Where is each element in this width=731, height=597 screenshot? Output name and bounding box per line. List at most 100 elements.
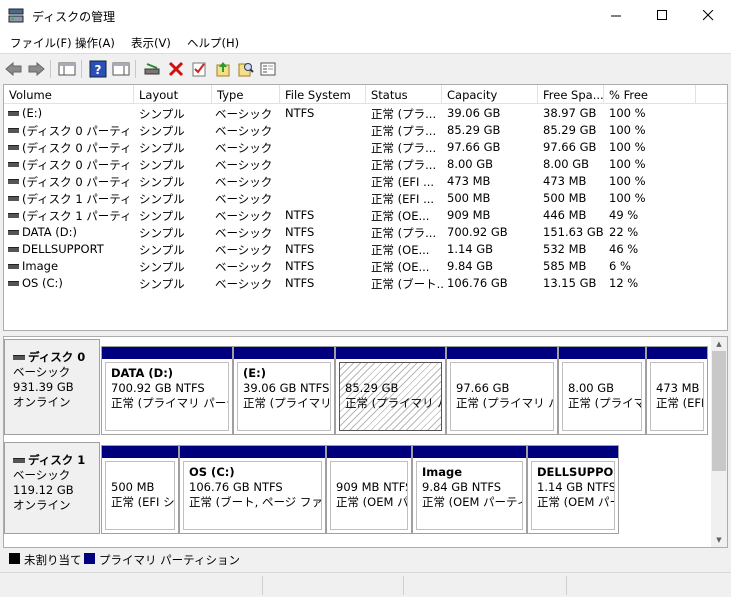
table-row[interactable]: DELLSUPPORT シンプル ベーシック NTFS 正常 (OE... 1.14 GB… bbox=[4, 241, 727, 258]
cell-type: ベーシック bbox=[215, 107, 273, 121]
partition-disk1-3[interactable]: 909 MB NTFS 正常 (OEM パーティション) bbox=[326, 445, 412, 534]
cell-layout: シンプル bbox=[139, 260, 185, 274]
menu-file[interactable]: ファイル(F) bbox=[10, 35, 72, 51]
cell-free: 585 MB bbox=[543, 259, 587, 273]
scroll-up-icon[interactable]: ▲ bbox=[711, 337, 727, 351]
search-button[interactable] bbox=[237, 60, 255, 78]
cell-capacity: 8.00 GB bbox=[447, 157, 494, 171]
partition-disk0-6[interactable]: 8.00 GB 正常 (プライマリ パーティション) bbox=[558, 346, 646, 435]
disk-0-label[interactable]: ディスク 0 ベーシック 931.39 GB オンライン bbox=[4, 339, 100, 435]
column-header-type[interactable]: Type bbox=[212, 85, 280, 104]
cell-volume: OS (C:) bbox=[22, 276, 63, 290]
partition-e[interactable]: (E:) 39.06 GB NTFS 正常 (プライマリ パーティション) bbox=[233, 346, 335, 435]
close-icon bbox=[702, 10, 713, 21]
close-button[interactable] bbox=[685, 0, 731, 31]
cell-status: 正常 (プラ... bbox=[371, 124, 437, 138]
disk-icon bbox=[13, 355, 25, 360]
help-button[interactable]: ? bbox=[89, 60, 107, 78]
cell-pct: 12 % bbox=[609, 276, 639, 290]
partition-size: 909 MB NTFS bbox=[336, 480, 408, 494]
console-tree-button[interactable] bbox=[58, 60, 76, 78]
partition-dellsupport[interactable]: DELLSUPPORT 1.14 GB NTFS 正常 (OEM パーティション… bbox=[527, 445, 619, 534]
cell-pct: 100 % bbox=[609, 157, 646, 171]
maximize-icon bbox=[656, 10, 667, 20]
volume-icon bbox=[8, 213, 19, 218]
disk-0-state: オンライン bbox=[13, 395, 71, 409]
minimize-button[interactable] bbox=[593, 0, 639, 31]
column-header-status[interactable]: Status bbox=[366, 85, 442, 104]
table-row[interactable]: (ディスク 0 パーティション 4) シンプル ベーシック 正常 (プラ... 85.2… bbox=[4, 122, 727, 139]
properties-button[interactable] bbox=[259, 60, 277, 78]
delete-button[interactable] bbox=[167, 60, 185, 78]
column-header-volume[interactable]: Volume bbox=[4, 85, 134, 104]
column-header-layout[interactable]: Layout bbox=[134, 85, 212, 104]
cell-type: ベーシック bbox=[215, 158, 273, 172]
table-row[interactable]: Image シンプル ベーシック NTFS 正常 (OE... 9.84 GB 585 MB… bbox=[4, 258, 727, 275]
legend-unallocated-swatch bbox=[9, 553, 20, 564]
partition-os-c[interactable]: OS (C:) 106.76 GB NTFS 正常 (ブート, ページ ファイル… bbox=[179, 445, 326, 534]
cell-pct: 46 % bbox=[609, 242, 639, 256]
table-row[interactable]: (ディスク 0 パーティション 7) シンプル ベーシック 正常 (EFI ... 47… bbox=[4, 173, 727, 190]
partition-details: 8.00 GB 正常 (プライマリ パーティション) bbox=[562, 362, 642, 431]
scrollbar-thumb[interactable] bbox=[712, 351, 726, 471]
cell-fs: NTFS bbox=[285, 242, 315, 256]
table-row[interactable]: (ディスク 0 パーティション 6) シンプル ベーシック 正常 (プラ... 8.00… bbox=[4, 156, 727, 173]
table-row[interactable]: (ディスク 1 パーティション 1) シンプル ベーシック 正常 (EFI ... 50… bbox=[4, 190, 727, 207]
cell-status: 正常 (プラ... bbox=[371, 226, 437, 240]
cell-volume: (ディスク 0 パーティション 7) bbox=[22, 175, 133, 189]
menu-action[interactable]: 操作(A) bbox=[75, 35, 115, 51]
disk-management-icon bbox=[8, 8, 24, 23]
volume-icon bbox=[8, 145, 19, 150]
table-row[interactable]: OS (C:) シンプル ベーシック NTFS 正常 (ブート... 106.76 GB 1… bbox=[4, 275, 727, 292]
column-header-capacity[interactable]: Capacity bbox=[442, 85, 538, 104]
partition-disk0-4-selected[interactable]: 85.29 GB 正常 (プライマリ パーティション) bbox=[335, 346, 446, 435]
partition-size: 97.66 GB bbox=[456, 381, 510, 395]
connect-drive-button[interactable] bbox=[143, 60, 161, 78]
partition-data-d[interactable]: DATA (D:) 700.92 GB NTFS 正常 (プライマリ パーティシ… bbox=[101, 346, 233, 435]
cell-type: ベーシック bbox=[215, 192, 273, 206]
partition-details: 909 MB NTFS 正常 (OEM パーティション) bbox=[330, 461, 408, 530]
forward-button[interactable] bbox=[27, 60, 45, 78]
show-pane-button[interactable] bbox=[112, 60, 130, 78]
column-header-free-space[interactable]: Free Spa... bbox=[538, 85, 604, 104]
cell-status: 正常 (OE... bbox=[371, 260, 430, 274]
cell-status: 正常 (OE... bbox=[371, 209, 430, 223]
back-button[interactable] bbox=[5, 60, 23, 78]
cell-free: 532 MB bbox=[543, 242, 587, 256]
partition-image[interactable]: Image 9.84 GB NTFS 正常 (OEM パーティション) bbox=[412, 445, 527, 534]
partition-size: 85.29 GB bbox=[345, 381, 399, 395]
import-button[interactable] bbox=[214, 60, 232, 78]
table-row[interactable]: (ディスク 0 パーティション 5) シンプル ベーシック 正常 (プラ... 97.6… bbox=[4, 139, 727, 156]
window-title: ディスクの管理 bbox=[32, 10, 116, 24]
partition-disk0-7[interactable]: 473 MB 正常 (EFI システム パーティション) bbox=[646, 346, 708, 435]
import-icon bbox=[216, 62, 230, 77]
partition-color-bar bbox=[180, 446, 325, 458]
table-row[interactable]: (ディスク 1 パーティション 3) シンプル ベーシック NTFS 正常 (OE...… bbox=[4, 207, 727, 224]
partition-status: 正常 (プライマリ パーティション) bbox=[568, 396, 641, 410]
scroll-down-icon[interactable]: ▼ bbox=[711, 533, 727, 547]
partition-disk0-5[interactable]: 97.66 GB 正常 (プライマリ パーティション) bbox=[446, 346, 558, 435]
partition-details: 97.66 GB 正常 (プライマリ パーティション) bbox=[450, 362, 554, 431]
disk-1-label[interactable]: ディスク 1 ベーシック 119.12 GB オンライン bbox=[4, 442, 100, 534]
cell-free: 38.97 GB bbox=[543, 106, 597, 120]
cell-layout: シンプル bbox=[139, 158, 185, 172]
disk-graphical-view[interactable]: ディスク 0 ベーシック 931.39 GB オンライン DATA (D:) 7… bbox=[3, 336, 728, 548]
cell-type: ベーシック bbox=[215, 277, 273, 291]
disk-1-state: オンライン bbox=[13, 498, 71, 512]
delete-icon bbox=[168, 61, 184, 77]
menu-help[interactable]: ヘルプ(H) bbox=[187, 35, 239, 51]
column-header-file-system[interactable]: File System bbox=[280, 85, 366, 104]
maximize-button[interactable] bbox=[639, 0, 685, 31]
cell-layout: シンプル bbox=[139, 107, 185, 121]
check-button[interactable] bbox=[190, 60, 208, 78]
partition-size: 9.84 GB NTFS bbox=[422, 480, 502, 494]
partition-disk1-1[interactable]: 500 MB 正常 (EFI システム パーティション) bbox=[101, 445, 179, 534]
table-row[interactable]: (E:) シンプル ベーシック NTFS 正常 (プラ... 39.06 GB 38.97 … bbox=[4, 105, 727, 122]
partition-size: 700.92 GB NTFS bbox=[111, 381, 205, 395]
table-row[interactable]: DATA (D:) シンプル ベーシック NTFS 正常 (プラ... 700.92 GB… bbox=[4, 224, 727, 241]
volume-list[interactable]: Volume Layout Type File System Status Ca… bbox=[3, 84, 728, 331]
menu-view[interactable]: 表示(V) bbox=[131, 35, 171, 51]
vertical-scrollbar[interactable]: ▲ ▼ bbox=[711, 337, 727, 547]
cell-volume: (ディスク 1 パーティション 1) bbox=[22, 192, 133, 206]
column-header-percent-free[interactable]: % Free bbox=[604, 85, 696, 104]
